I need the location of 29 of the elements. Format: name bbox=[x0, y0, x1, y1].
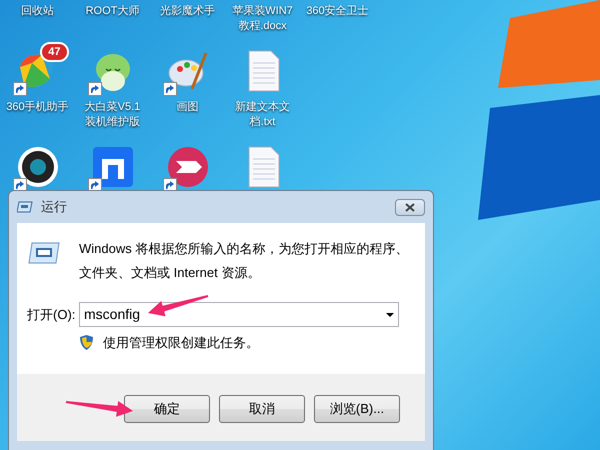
window-title: 运行 bbox=[41, 198, 67, 216]
dropdown-arrow-icon bbox=[386, 312, 394, 316]
open-label: 打开(O): bbox=[27, 306, 76, 324]
desktop-icon-label[interactable]: 新建文本文档.txt bbox=[230, 100, 296, 130]
desktop-icon-label[interactable]: 苹果装WIN7教程.docx bbox=[230, 4, 296, 34]
arrows-app-icon bbox=[166, 145, 210, 189]
desktop-icon-label[interactable]: 画图 bbox=[176, 100, 198, 115]
dialog-button[interactable]: 取消 bbox=[219, 394, 305, 422]
notification-badge: 47 bbox=[40, 42, 68, 62]
desktop-icon-label[interactable]: 回收站 bbox=[21, 4, 54, 19]
open-combo-box[interactable]: msconfig bbox=[79, 302, 399, 327]
run-icon bbox=[17, 201, 33, 213]
webcam-icon bbox=[16, 145, 60, 189]
desktop-icon-label[interactable]: 360安全卫士 bbox=[306, 4, 369, 19]
desktop-icon-label[interactable]: ROOT大师 bbox=[86, 4, 140, 19]
shield-icon bbox=[80, 335, 93, 350]
browser-icon bbox=[90, 145, 134, 189]
dialog-description: Windows 将根据您所输入的名称，为您打开相应的程序、 文件夹、文档或 Internet 资源。 bbox=[79, 240, 408, 282]
dialog-button[interactable]: 浏览(B)... bbox=[314, 394, 400, 422]
run-program-icon bbox=[28, 241, 60, 265]
desktop-icon-label[interactable]: 大白菜V5.1装机维护版 bbox=[80, 100, 146, 130]
pointer-arrow bbox=[66, 400, 133, 417]
admin-note: 使用管理权限创建此任务。 bbox=[103, 334, 259, 352]
close-button[interactable] bbox=[395, 198, 425, 216]
close-icon bbox=[405, 202, 415, 212]
desktop-icon-label[interactable]: 光影魔术手 bbox=[160, 4, 215, 19]
pointer-arrow bbox=[148, 295, 208, 316]
dialog-button[interactable]: 确定 bbox=[124, 394, 210, 422]
desktop-icon-label[interactable]: 360手机助手 bbox=[6, 100, 69, 115]
